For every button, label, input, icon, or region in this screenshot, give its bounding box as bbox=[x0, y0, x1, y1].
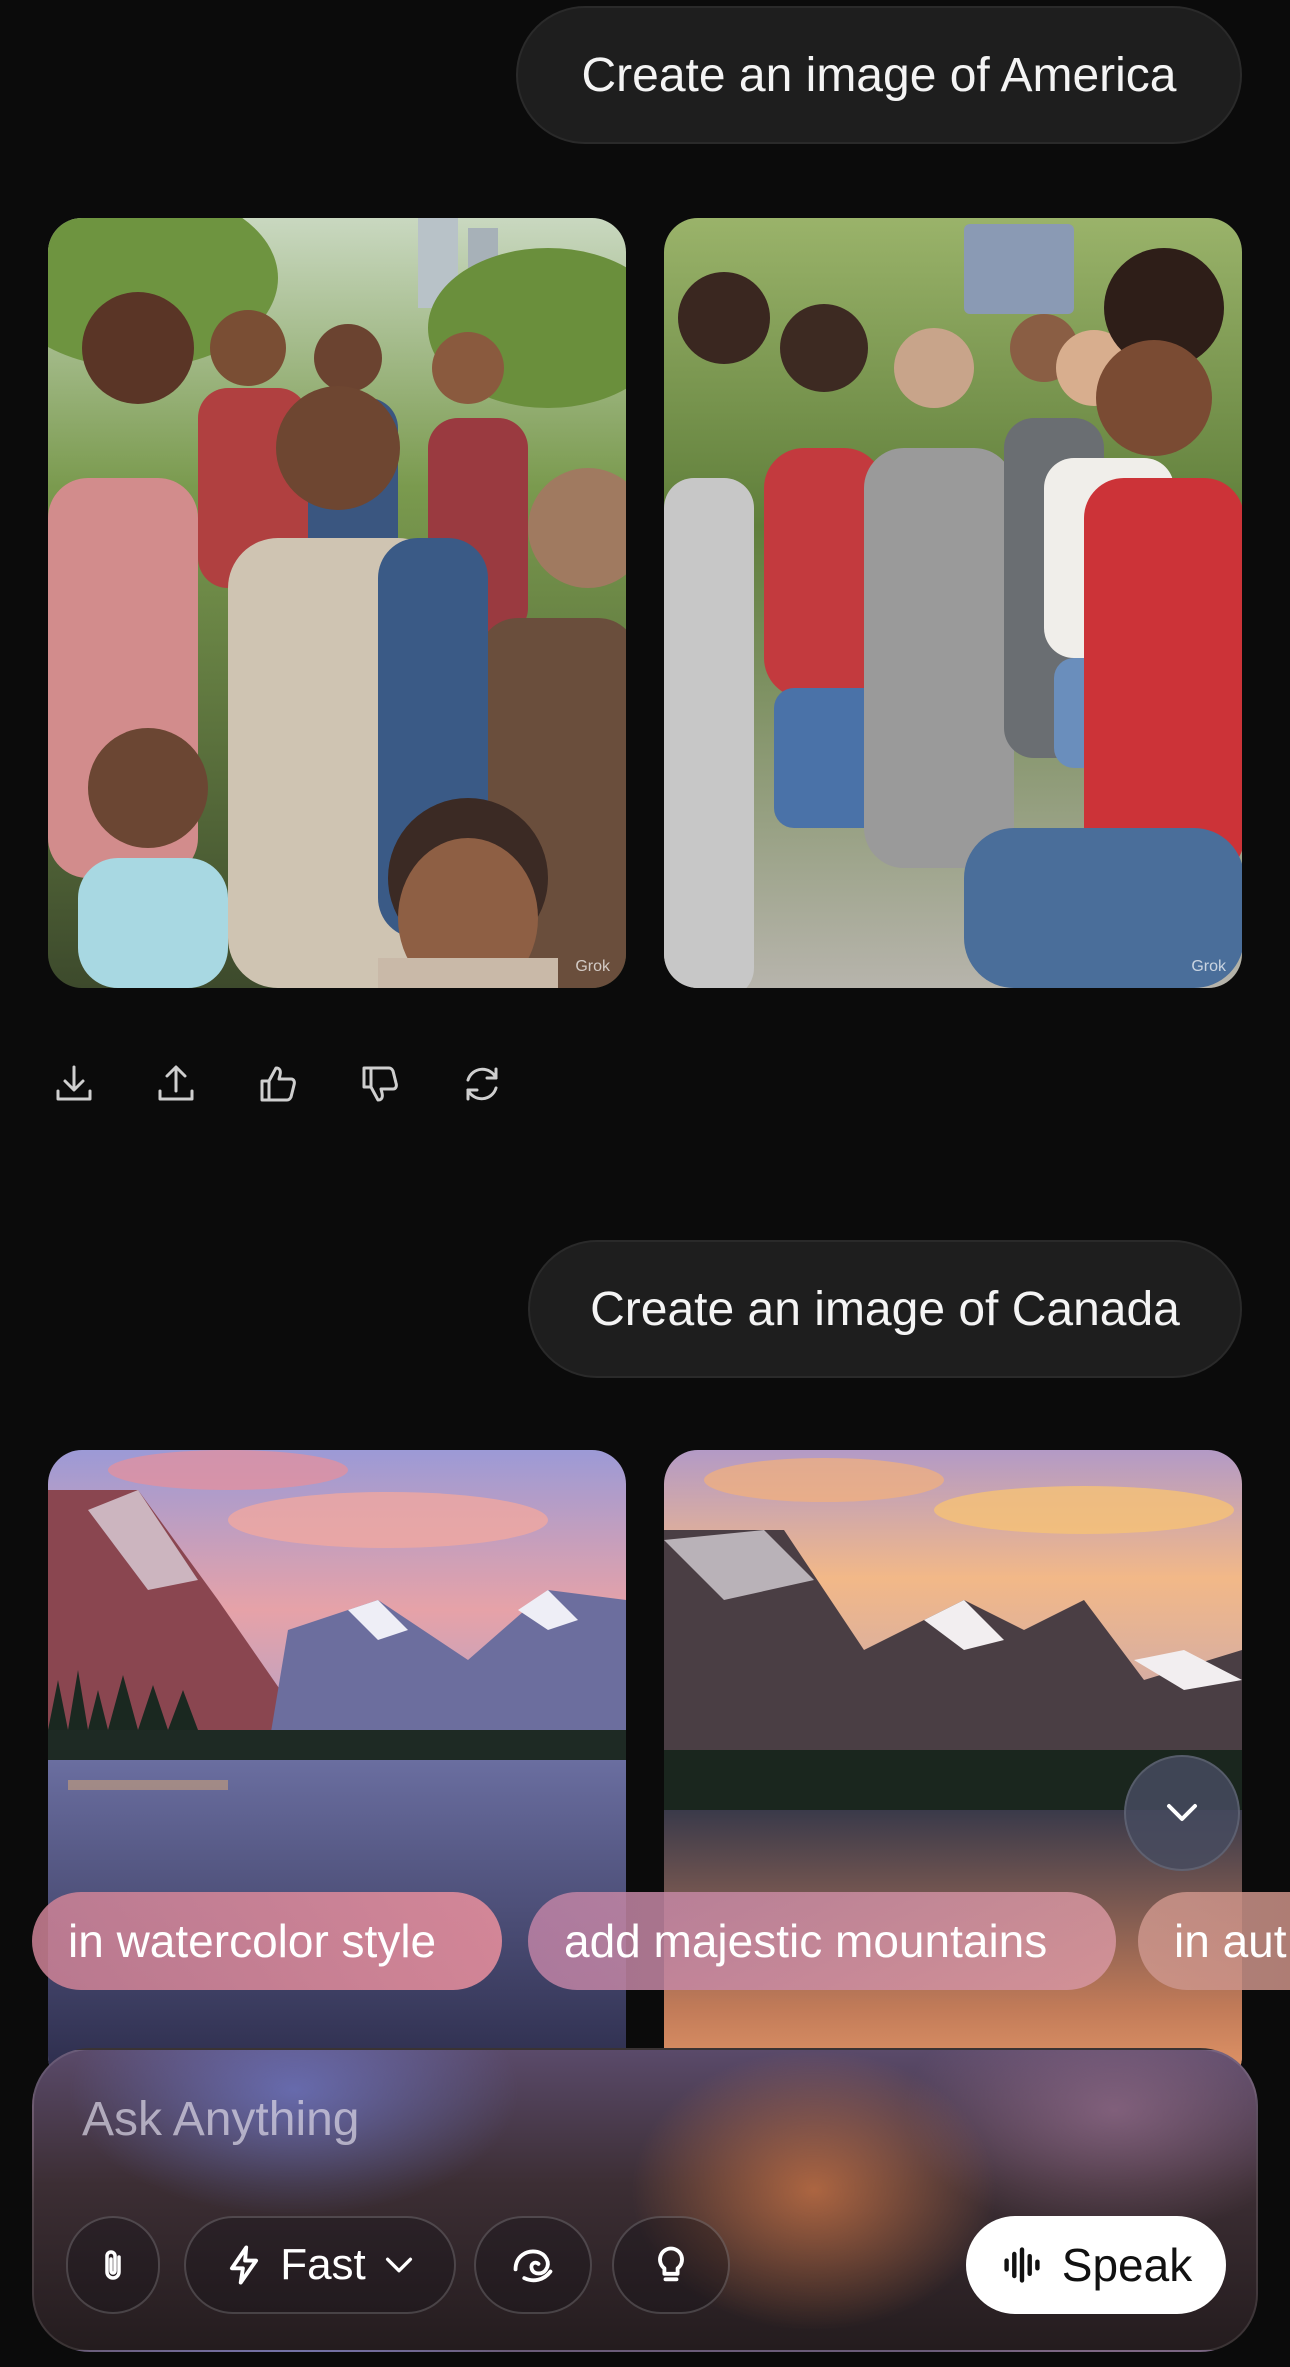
regenerate-icon bbox=[466, 1067, 498, 1101]
swirl-icon bbox=[513, 2249, 553, 2283]
generated-image[interactable]: Grok bbox=[664, 218, 1242, 988]
voice-waveform-icon bbox=[1004, 2247, 1040, 2283]
image-mountain-lake-1 bbox=[48, 1450, 626, 2090]
chevron-down-icon bbox=[385, 2257, 412, 2273]
like-button[interactable] bbox=[252, 1058, 304, 1110]
image-people-crowd-2 bbox=[664, 218, 1242, 988]
image-watermark: Grok bbox=[1191, 958, 1226, 975]
suggestion-chip[interactable]: in aut bbox=[1138, 1892, 1290, 1990]
composer: Fast Speak bbox=[32, 2048, 1258, 2352]
image-people-crowd-1 bbox=[48, 218, 626, 988]
share-icon bbox=[158, 1065, 194, 1101]
thumbs-up-icon bbox=[260, 1066, 296, 1102]
lightning-icon bbox=[230, 2245, 259, 2285]
image-watermark: Grok bbox=[575, 958, 610, 975]
suggestion-chip[interactable]: add majestic mountains bbox=[528, 1892, 1116, 1990]
dislike-button[interactable] bbox=[354, 1058, 406, 1110]
share-button[interactable] bbox=[150, 1058, 202, 1110]
scroll-to-bottom-button[interactable] bbox=[1124, 1755, 1240, 1871]
user-message-bubble: Create an image of America bbox=[516, 6, 1242, 144]
ask-input[interactable] bbox=[82, 2092, 1182, 2147]
generated-image[interactable]: Grok bbox=[48, 218, 626, 988]
user-message-text: Create an image of Canada bbox=[590, 1282, 1180, 1336]
user-message-bubble: Create an image of Canada bbox=[528, 1240, 1242, 1378]
mode-selector[interactable]: Fast bbox=[184, 2216, 456, 2314]
paperclip-icon bbox=[105, 2250, 121, 2280]
mode-label: Fast bbox=[280, 2240, 366, 2289]
speak-label: Speak bbox=[1061, 2239, 1193, 2291]
download-button[interactable] bbox=[48, 1058, 100, 1110]
suggestion-chips: in watercolor style add majestic mountai… bbox=[32, 1892, 1290, 1992]
generated-image[interactable] bbox=[48, 1450, 626, 2090]
lightbulb-icon bbox=[658, 2246, 684, 2282]
thumbs-down-icon bbox=[362, 1066, 398, 1102]
download-icon bbox=[56, 1065, 92, 1101]
user-message-text: Create an image of America bbox=[581, 48, 1177, 102]
chevron-down-icon bbox=[1167, 1804, 1197, 1821]
suggestion-chip[interactable]: in watercolor style bbox=[32, 1892, 502, 1990]
attach-button[interactable] bbox=[66, 2216, 160, 2314]
speak-button[interactable]: Speak bbox=[966, 2216, 1226, 2314]
regenerate-button[interactable] bbox=[456, 1058, 508, 1110]
think-button[interactable] bbox=[612, 2216, 730, 2314]
response-actions bbox=[48, 1058, 508, 1110]
deep-search-button[interactable] bbox=[474, 2216, 592, 2314]
